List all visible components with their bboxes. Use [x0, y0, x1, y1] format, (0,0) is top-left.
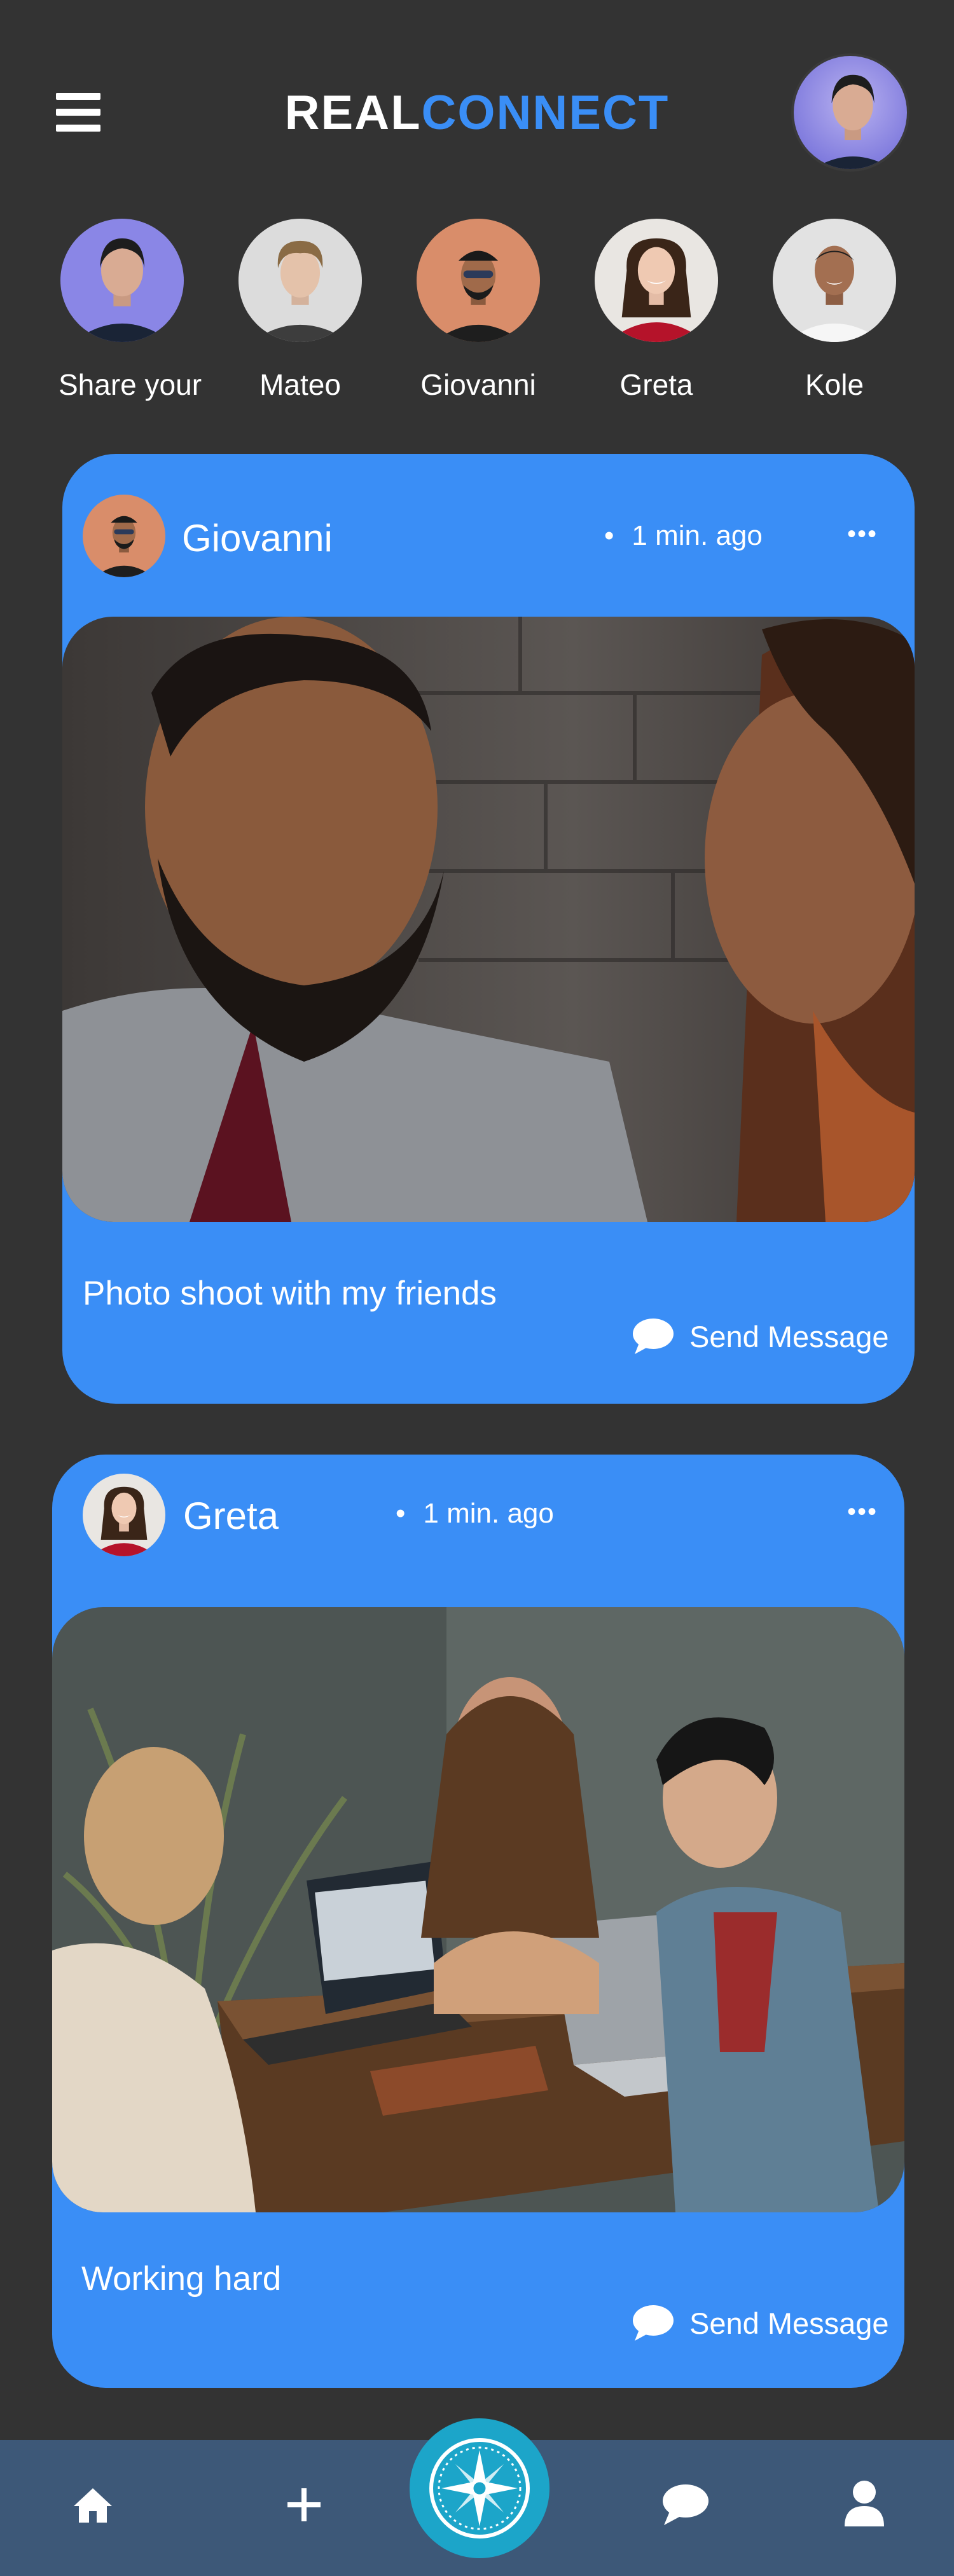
logo-part-connect: CONNECT [421, 86, 670, 140]
story-avatar [417, 219, 540, 342]
home-icon[interactable] [73, 2486, 113, 2527]
post-author-name[interactable]: Greta [183, 1494, 279, 1538]
post-author-avatar[interactable] [83, 495, 165, 577]
user-icon[interactable] [843, 2479, 885, 2530]
post-timestamp: 1 min. ago [604, 520, 762, 552]
story-share-your[interactable]: Share your [59, 219, 202, 402]
story-mateo[interactable]: Mateo [237, 219, 364, 402]
post-photo [62, 617, 915, 1222]
story-kole[interactable]: Kole [771, 219, 898, 402]
more-options-icon[interactable]: ••• [847, 520, 878, 549]
post-author-name[interactable]: Giovanni [182, 516, 333, 560]
story-avatar [60, 219, 184, 342]
story-avatar [773, 219, 896, 342]
send-message-label: Send Message [689, 1319, 889, 1353]
post-timestamp: 1 min. ago [396, 1498, 553, 1530]
post-photo [52, 1607, 904, 2212]
story-label: Kole [805, 368, 864, 401]
post-card: Greta 1 min. ago ••• [52, 1455, 904, 2388]
send-message-button[interactable]: Send Message [630, 1317, 889, 1355]
story-avatar [238, 219, 362, 342]
post-caption: Photo shoot with my friends [83, 1275, 497, 1312]
story-greta[interactable]: Greta [593, 219, 720, 402]
chat-bubble-icon [633, 2305, 674, 2341]
post-card: Giovanni 1 min. ago ••• [62, 454, 915, 1404]
more-options-icon[interactable]: ••• [847, 1498, 878, 1526]
story-label: Mateo [259, 368, 341, 401]
chat-bubble-icon [633, 1319, 674, 1354]
story-avatar [595, 219, 718, 342]
story-label: Giovanni [420, 368, 536, 401]
plus-icon[interactable] [285, 2486, 323, 2527]
app-screen: REALCONNECT Share your Mateo Giovanni Gr… [0, 0, 954, 2576]
chat-bubble-icon[interactable] [659, 2483, 710, 2530]
post-author-avatar[interactable] [83, 1474, 165, 1556]
logo-part-real: REAL [284, 86, 422, 140]
story-label: Greta [619, 368, 693, 401]
compass-icon[interactable] [410, 2418, 550, 2558]
post-caption: Working hard [81, 2260, 282, 2298]
story-giovanni[interactable]: Giovanni [415, 219, 542, 402]
profile-avatar[interactable] [791, 53, 909, 172]
story-label: Share your [59, 368, 202, 401]
send-message-button[interactable]: Send Message [630, 2304, 889, 2342]
send-message-label: Send Message [689, 2306, 889, 2340]
